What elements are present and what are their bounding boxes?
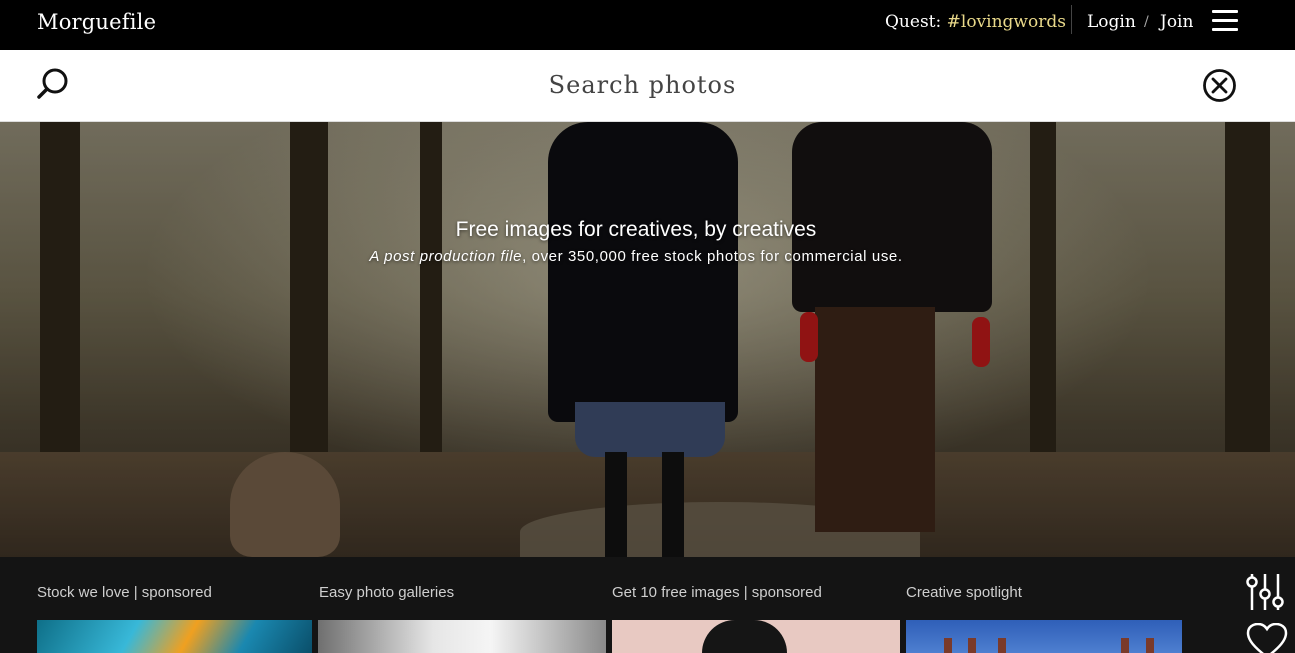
- thumbnail-chimney: [1121, 638, 1129, 653]
- card-thumbnail-galleries[interactable]: [318, 620, 606, 653]
- hero-subtitle: A post production file, over 350,000 fre…: [0, 248, 1272, 265]
- login-join-separator: /: [1144, 14, 1149, 30]
- hamburger-icon[interactable]: [1212, 10, 1238, 32]
- featured-section: Stock we love | sponsored Easy photo gal…: [0, 557, 1295, 653]
- thumbnail-hair: [702, 620, 787, 653]
- section-label-galleries[interactable]: Easy photo galleries: [319, 584, 454, 601]
- thumbnail-chimney: [968, 638, 976, 653]
- login-link[interactable]: Login: [1087, 12, 1136, 32]
- close-circle-icon[interactable]: [1202, 68, 1237, 103]
- nav-divider: [1071, 5, 1072, 34]
- thumbnail-chimney: [1146, 638, 1154, 653]
- heart-icon[interactable]: [1246, 622, 1288, 653]
- hero-subtitle-rest: , over 350,000 free stock photos for com…: [522, 248, 903, 265]
- quest-link[interactable]: Quest: #lovingwords: [885, 12, 1066, 32]
- section-label-stock[interactable]: Stock we love | sponsored: [37, 584, 212, 601]
- card-thumbnail-free-images[interactable]: [612, 620, 900, 653]
- hero-shade: [0, 122, 1295, 557]
- section-label-spotlight[interactable]: Creative spotlight: [906, 584, 1022, 601]
- hero-subtitle-italic: A post production file: [369, 248, 523, 265]
- search-bar: [0, 50, 1295, 122]
- search-input[interactable]: [360, 66, 925, 104]
- join-link[interactable]: Join: [1160, 12, 1193, 32]
- site-logo[interactable]: Morguefile: [37, 10, 156, 34]
- card-thumbnail-spotlight[interactable]: [906, 620, 1182, 653]
- section-label-free-images[interactable]: Get 10 free images | sponsored: [612, 584, 822, 601]
- hero-banner: Free images for creatives, by creatives …: [0, 122, 1295, 557]
- thumbnail-chimney: [998, 638, 1006, 653]
- card-thumbnail-stock[interactable]: [37, 620, 312, 653]
- thumbnail-chimney: [944, 638, 952, 653]
- quest-tag[interactable]: #lovingwords: [947, 12, 1066, 32]
- hero-title: Free images for creatives, by creatives: [455, 218, 817, 241]
- top-navbar: Morguefile Quest: #lovingwords Login / J…: [0, 0, 1295, 50]
- quest-label: Quest:: [885, 12, 942, 32]
- search-icon[interactable]: [36, 67, 70, 101]
- sliders-icon[interactable]: [1244, 572, 1286, 612]
